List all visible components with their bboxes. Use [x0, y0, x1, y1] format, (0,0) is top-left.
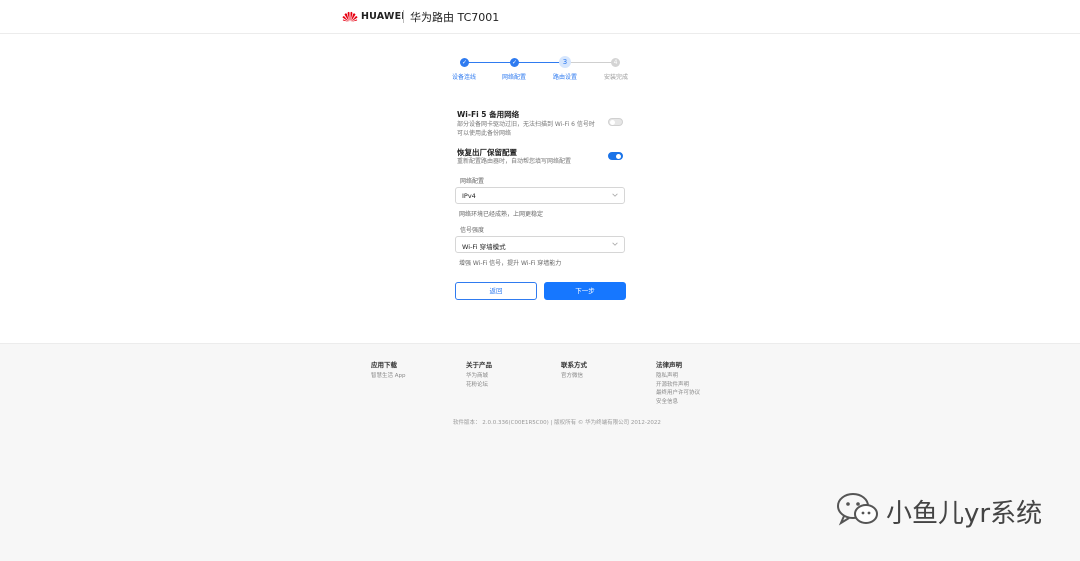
- wifi5-backup-desc: 部分设备网卡驱动过旧，无法扫描到 Wi-Fi 6 信号时 可以使用此备份网络: [457, 120, 595, 138]
- footer-link[interactable]: 官方微信: [561, 372, 587, 381]
- step-3-label: 路由设置: [552, 74, 578, 81]
- restore-config-desc: 重新配置路由器时，自动帮您填写网络配置: [457, 158, 572, 165]
- setup-stepper: ✓ ✓ 3 4 设备连线 网络配置 路由设置 安装完成: [450, 56, 640, 86]
- watermark-text: 小鱼儿yr系统: [886, 499, 1043, 529]
- step-3-number: 3: [559, 56, 571, 68]
- step-1-label: 设备连线: [451, 74, 477, 81]
- wifi5-backup-toggle[interactable]: [608, 118, 623, 126]
- footer-link[interactable]: 隐私声明: [656, 372, 700, 381]
- signal-strength-select[interactable]: Wi-Fi 穿墙模式: [455, 236, 625, 253]
- wechat-icon: [837, 493, 878, 526]
- product-title: 华为路由 TC7001: [410, 11, 500, 24]
- brand-name: HUAWEI: [361, 11, 406, 22]
- footer-link[interactable]: 智慧生活 App: [371, 372, 406, 381]
- top-header: HUAWEI 华为路由 TC7001: [0, 0, 1080, 34]
- header-divider: [403, 10, 404, 23]
- footer-link[interactable]: 最终用户许可协议: [656, 389, 700, 398]
- network-config-hint: 网络环境已经成熟，上网更稳定: [459, 211, 544, 218]
- copyright-text: 软件版本： 2.0.0.336(C00E1R5C00) | 版权所有 © 华为终…: [453, 420, 661, 426]
- footer-link[interactable]: 华为商城: [466, 372, 492, 381]
- step-4-number: 4: [611, 58, 620, 67]
- chevron-down-icon: [612, 193, 618, 197]
- wifi5-backup-title: Wi-Fi 5 备用网络: [457, 110, 520, 119]
- step-2-check-icon: ✓: [510, 58, 519, 67]
- footer-col-contact: 联系方式 官方微信: [561, 359, 587, 381]
- footer-col-title: 应用下载: [371, 361, 397, 369]
- network-config-select[interactable]: IPv4: [455, 187, 625, 204]
- footer-link[interactable]: 开源软件声明: [656, 381, 700, 390]
- footer-col-title: 关于产品: [466, 361, 492, 369]
- huawei-logo-icon: [342, 11, 358, 22]
- footer-col-title: 法律声明: [656, 361, 682, 369]
- step-connector: [564, 62, 616, 63]
- footer-link[interactable]: 安全信息: [656, 398, 700, 407]
- toggle-knob: [610, 120, 615, 125]
- footer-col-app-download: 应用下载 智慧生活 App: [371, 359, 406, 381]
- restore-config-toggle[interactable]: [608, 152, 623, 160]
- wifi5-backup-desc-line2: 可以使用此备份网络: [457, 130, 512, 137]
- footer-link[interactable]: 花粉论坛: [466, 381, 492, 390]
- back-button[interactable]: 返回: [455, 282, 537, 300]
- chevron-down-icon: [612, 242, 618, 246]
- network-config-value: IPv4: [462, 192, 476, 200]
- next-button[interactable]: 下一步: [544, 282, 626, 300]
- signal-strength-label: 信号强度: [460, 227, 485, 234]
- signal-strength-value: Wi-Fi 穿墙模式: [462, 243, 506, 251]
- step-connector: [514, 62, 564, 63]
- signal-strength-hint: 增强 Wi-Fi 信号，提升 Wi-Fi 穿墙能力: [459, 260, 562, 267]
- step-1-check-icon: ✓: [460, 58, 469, 67]
- footer-col-legal: 法律声明 隐私声明 开源软件声明 最终用户许可协议 安全信息: [656, 359, 700, 406]
- network-config-label: 网络配置: [460, 178, 485, 185]
- step-4-label: 安装完成: [603, 74, 629, 81]
- wifi5-backup-desc-line1: 部分设备网卡驱动过旧，无法扫描到 Wi-Fi 6 信号时: [457, 121, 595, 128]
- toggle-knob: [616, 154, 621, 159]
- footer-col-about: 关于产品 华为商城 花粉论坛: [466, 359, 492, 389]
- step-2-label: 网络配置: [501, 74, 527, 81]
- step-connector: [464, 62, 514, 63]
- footer-col-title: 联系方式: [561, 361, 587, 369]
